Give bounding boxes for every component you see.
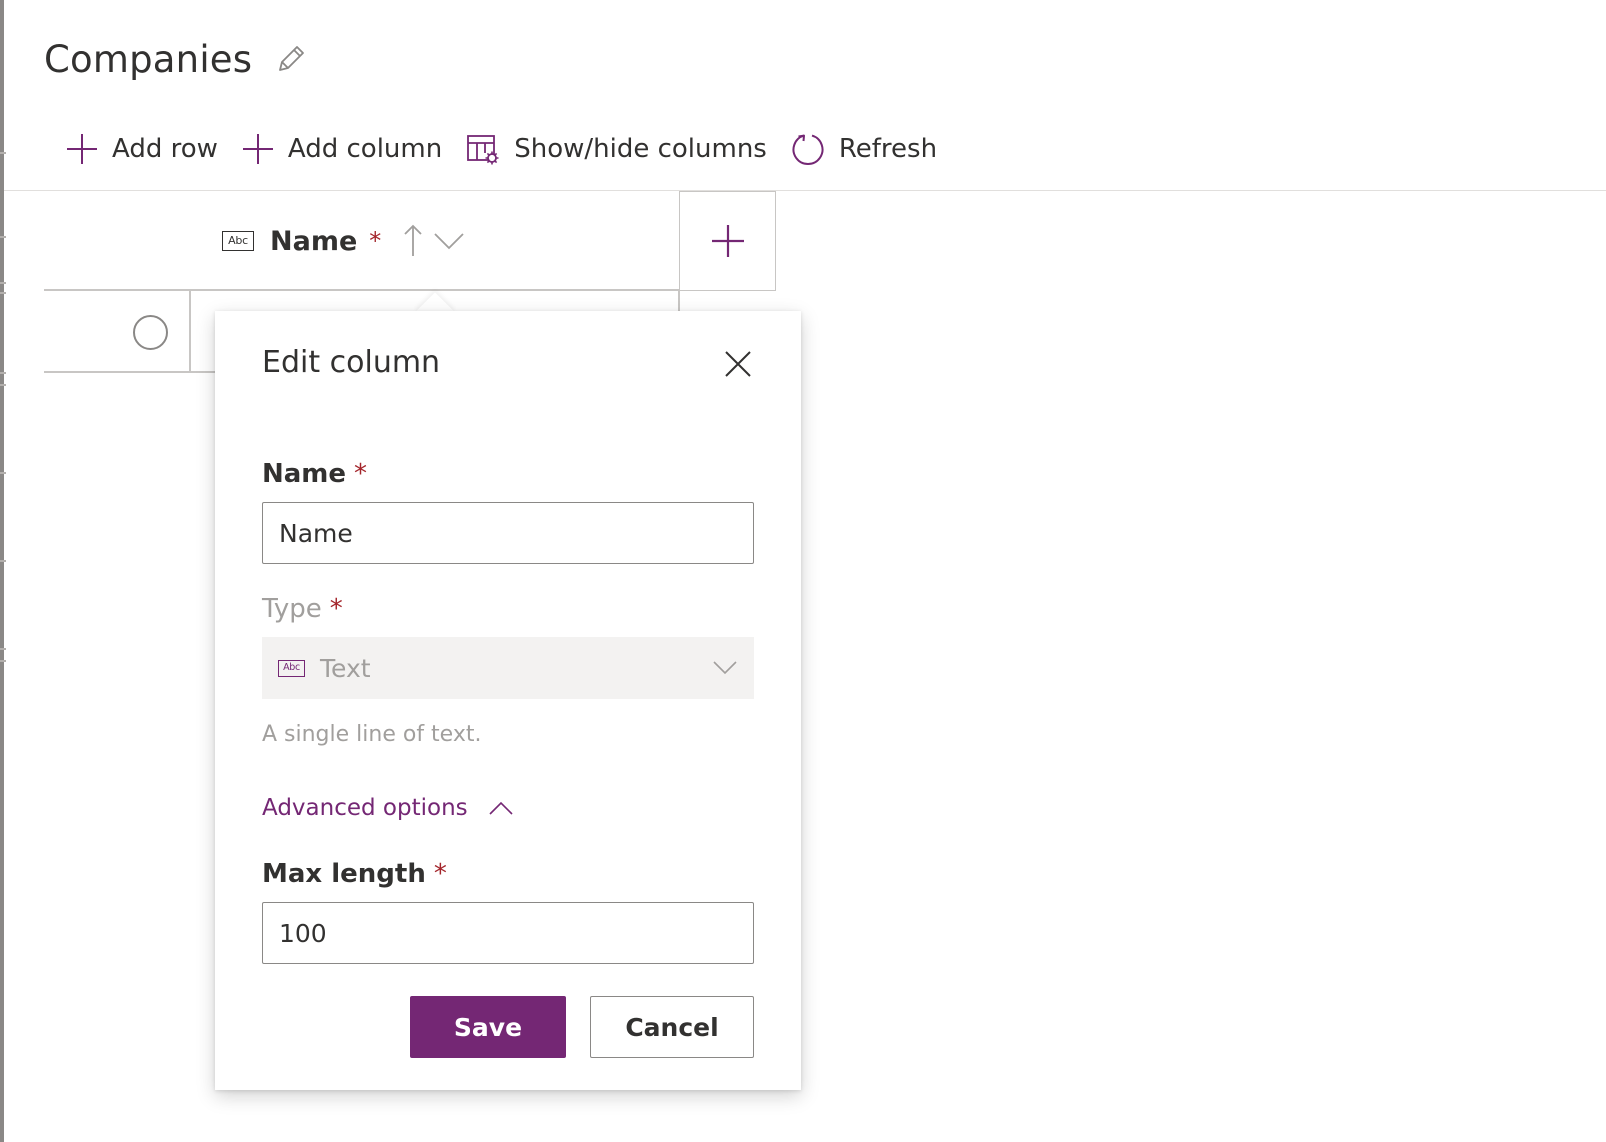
left-edge-border [0,0,4,1142]
column-header-name[interactable]: Abc Name * [44,191,680,290]
type-dropdown[interactable]: Abc Text [262,637,754,699]
add-row-button[interactable]: Add row [54,122,230,176]
add-column-label: Add column [287,134,443,164]
show-hide-columns-label: Show/hide columns [514,134,767,164]
add-column-header-button[interactable] [679,191,776,291]
chevron-down-icon [713,661,737,675]
grid-row-divider [189,290,191,372]
pencil-icon [279,46,304,71]
type-field-label: Type * [262,594,343,624]
required-marker: * [369,227,382,255]
type-selected-value: Text [320,653,371,683]
close-icon [725,351,751,377]
edit-column-panel: Edit column Name* Type* Abc Text A singl… [215,311,801,1090]
max-length-input[interactable] [262,902,754,964]
chevron-up-icon [489,801,513,815]
text-type-icon: Abc [278,659,305,677]
add-row-label: Add row [112,134,218,164]
type-description: A single line of text. [262,722,482,747]
add-column-button[interactable]: Add column [230,122,454,176]
advanced-options-toggle[interactable]: Advanced options [262,795,514,821]
refresh-icon [792,134,824,165]
save-button[interactable]: Save [410,996,566,1058]
table-settings-icon [467,135,499,165]
chevron-down-icon[interactable] [433,231,465,251]
column-header-label: Name [270,225,358,257]
max-length-field-label: Max length * [262,859,447,889]
name-field-label: Name * [262,459,368,489]
plus-icon [711,225,744,257]
row-select-radio[interactable] [133,315,168,350]
advanced-options-label: Advanced options [262,795,468,821]
refresh-label: Refresh [838,134,938,164]
plus-icon [242,134,273,164]
sort-ascending-icon [403,224,423,258]
refresh-button[interactable]: Refresh [779,122,949,176]
name-input[interactable] [262,502,754,564]
text-type-icon: Abc [222,231,254,251]
page-title: Companies [44,38,253,81]
plus-icon [67,134,97,164]
edit-column-title: Edit column [262,345,441,380]
close-button[interactable] [718,344,758,384]
command-bar: Add row Add column Show/hide columns Ref… [54,122,949,176]
edit-title-button[interactable] [268,36,314,82]
cancel-button[interactable]: Cancel [590,996,754,1058]
grid-header-bottom-border [44,289,680,291]
show-hide-columns-button[interactable]: Show/hide columns [454,122,779,176]
